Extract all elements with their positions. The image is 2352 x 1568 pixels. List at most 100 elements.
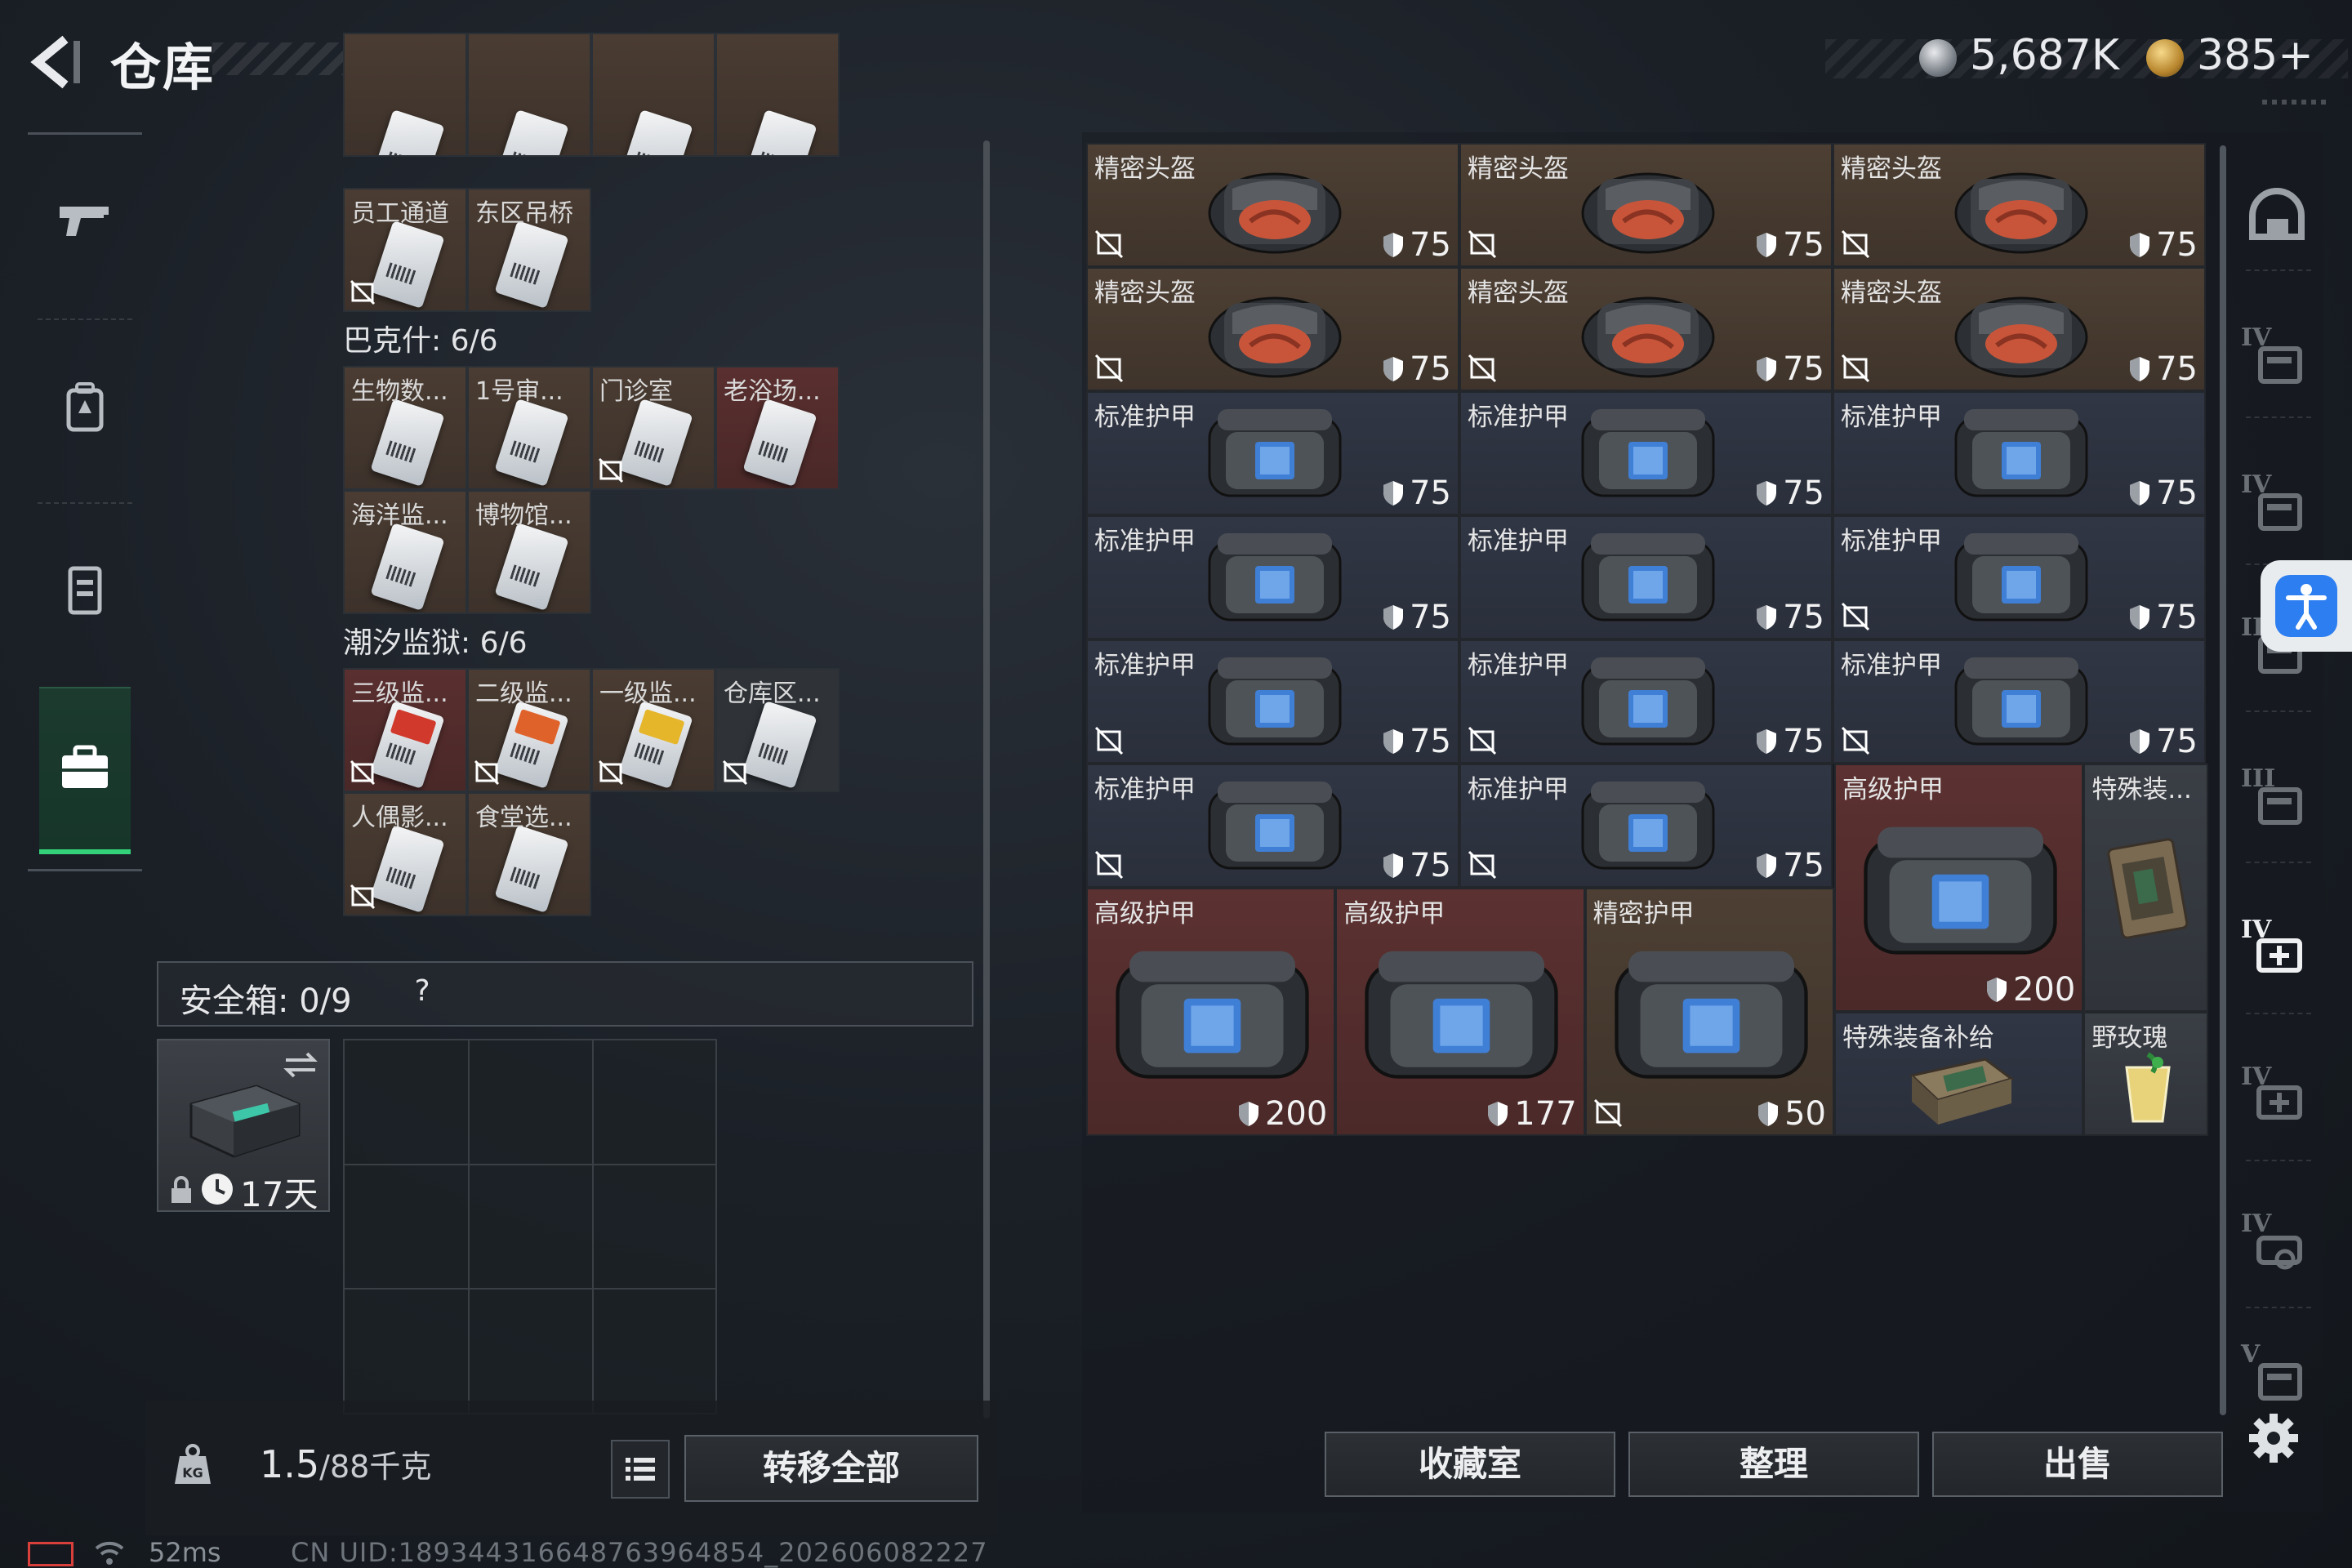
equipment-case-image <box>2106 838 2188 939</box>
armor-tier4-filter[interactable]: IV <box>2238 314 2315 404</box>
stash-item-cell[interactable]: 标准护甲 75 <box>1833 515 2206 639</box>
stash-item-cell[interactable]: 特殊装备补给 <box>1834 1012 2084 1136</box>
stash-item-cell[interactable]: 标准护甲 75 <box>1833 391 2206 515</box>
medkit-tier4-filter[interactable]: IV <box>2238 906 2315 996</box>
armor-tier4b-filter[interactable]: IV <box>2238 461 2315 551</box>
stash-item-cell[interactable]: 标准护甲 75 <box>1086 391 1459 515</box>
stash-item-cell[interactable]: 标准护甲 75 <box>1459 764 1833 888</box>
key-card-cell[interactable]: 1号审... <box>467 366 591 490</box>
key-card-cell[interactable]: 仓库区... <box>715 668 840 792</box>
key-card-cell[interactable]: 门诊室 <box>591 366 715 490</box>
stash-item-label: 标准护甲 <box>1468 775 1569 804</box>
stash-item-cell[interactable]: 精密头盔 75 <box>1833 143 2206 267</box>
durability-readout: 75 <box>1755 226 1824 264</box>
key-card-label: 东区吊桥 <box>475 199 573 228</box>
key-card-cell[interactable] <box>591 33 715 157</box>
no-drop-icon <box>1841 602 1870 631</box>
key-card-cell[interactable]: 一级监... <box>591 668 715 792</box>
durability-value: 75 <box>2156 350 2198 388</box>
helmet-image <box>1954 296 2087 378</box>
stash-item-cell[interactable]: 高级护甲 200 <box>1834 764 2084 1012</box>
durability-value: 75 <box>1410 350 1451 388</box>
key-card-cell[interactable]: 生物数... <box>343 366 467 490</box>
stash-item-cell[interactable]: 高级护甲 177 <box>1335 888 1585 1136</box>
collection-room-button[interactable]: 收藏室 <box>1325 1432 1615 1497</box>
stash-item-cell[interactable]: 标准护甲 75 <box>1459 391 1833 515</box>
key-card-label: 人偶影... <box>351 804 448 832</box>
key-card-cell[interactable] <box>715 33 840 157</box>
key-card-cell[interactable]: 老浴场... <box>715 366 840 490</box>
no-drop-icon <box>598 457 624 483</box>
key-card-label: 食堂选... <box>475 804 572 832</box>
medkit-tier4b-filter[interactable]: IV <box>2238 1054 2315 1143</box>
stash-item-cell[interactable]: 标准护甲 75 <box>1086 639 1459 764</box>
durability-shield-icon <box>2130 729 2150 754</box>
durability-value: 200 <box>1264 1095 1328 1133</box>
stash-item-cell[interactable]: 精密头盔 75 <box>1086 143 1459 267</box>
key-card-cell[interactable]: 博物馆... <box>467 490 591 614</box>
armor-vest-image <box>1208 657 1341 746</box>
key-card-cell[interactable] <box>467 33 591 157</box>
stash-item-label: 标准护甲 <box>1468 651 1569 680</box>
durability-value: 177 <box>1514 1095 1577 1133</box>
stash-item-cell[interactable]: 精密头盔 75 <box>1833 267 2206 391</box>
gold-coin-value[interactable]: 385+ <box>2197 31 2314 80</box>
stash-scrollbar[interactable] <box>2220 145 2226 1415</box>
durability-value: 75 <box>1410 474 1451 512</box>
key-card-cell[interactable]: 东区吊桥 <box>467 188 591 312</box>
key-card-cell[interactable]: 食堂选... <box>467 792 591 916</box>
nav-vest[interactable] <box>28 504 142 675</box>
durability-shield-icon <box>1383 357 1404 381</box>
nav-case-active[interactable] <box>39 687 131 854</box>
stash-item-cell[interactable]: 标准护甲 75 <box>1086 764 1459 888</box>
tier-v-filter[interactable]: V <box>2238 1331 2315 1421</box>
key-card-cell[interactable]: 三级监... <box>343 668 467 792</box>
stash-item-label: 标准护甲 <box>1094 403 1196 432</box>
stash-item-cell[interactable]: 标准护甲 75 <box>1459 639 1833 764</box>
key-card-cell[interactable]: 人偶影... <box>343 792 467 916</box>
stash-item-cell[interactable]: 高级护甲 200 <box>1086 888 1336 1136</box>
accessibility-button[interactable] <box>2261 560 2352 652</box>
sell-button[interactable]: 出售 <box>1932 1432 2223 1497</box>
durability-readout: 75 <box>2128 474 2198 512</box>
safebox-header: 安全箱: 0/9 ? <box>157 961 973 1027</box>
armor-tier3b-filter[interactable]: III <box>2238 755 2315 845</box>
key-card-label: 一级监... <box>599 679 697 708</box>
no-drop-icon <box>1841 726 1870 755</box>
stash-item-cell[interactable]: 精密头盔 75 <box>1459 143 1833 267</box>
safebox-case-slot[interactable]: 17天 <box>157 1039 330 1214</box>
key-card-cell[interactable] <box>343 33 467 157</box>
stash-item-label: 标准护甲 <box>1841 527 1942 556</box>
stash-item-cell[interactable]: 标准护甲 75 <box>1086 515 1459 639</box>
help-icon[interactable]: ? <box>403 973 441 1010</box>
stash-item-cell[interactable]: 精密头盔 75 <box>1086 267 1459 391</box>
page-title: 仓库 <box>110 38 216 97</box>
transfer-all-button[interactable]: 转移全部 <box>684 1435 978 1502</box>
list-view-button[interactable] <box>611 1440 670 1499</box>
stash-item-cell[interactable]: 特殊装... <box>2083 764 2208 1012</box>
durability-shield-icon <box>2130 357 2150 381</box>
stash-item-label: 精密头盔 <box>1468 154 1569 184</box>
key-card-cell[interactable]: 海洋监... <box>343 490 467 614</box>
stash-item-cell[interactable]: 标准护甲 75 <box>1833 639 2206 764</box>
armor-vest-image <box>1581 533 1714 621</box>
key-card-cell[interactable]: 二级监... <box>467 668 591 792</box>
stash-item-cell[interactable]: 精密头盔 75 <box>1459 267 1833 391</box>
helmet-slot-filter[interactable] <box>2238 180 2315 270</box>
nav-weapon[interactable] <box>28 135 142 306</box>
gear-tier4-filter[interactable]: IV <box>2238 1200 2315 1290</box>
safebox-grid[interactable] <box>343 1039 717 1414</box>
key-card-cell[interactable]: 员工通道 <box>343 188 467 312</box>
stash-item-cell[interactable]: 标准护甲 75 <box>1459 515 1833 639</box>
settings-button[interactable] <box>2244 1409 2303 1468</box>
back-button[interactable] <box>23 29 88 95</box>
durability-readout: 75 <box>2128 350 2198 388</box>
left-scrollbar[interactable] <box>983 140 990 1419</box>
nav-backpack[interactable] <box>28 321 142 492</box>
stash-item-cell[interactable]: 精密护甲 50 <box>1584 888 1834 1136</box>
silver-coin-icon <box>1919 39 1957 77</box>
sort-button[interactable]: 整理 <box>1628 1432 1919 1497</box>
durability-readout: 200 <box>1237 1095 1327 1133</box>
stash-item-cell[interactable]: 野玫瑰 <box>2083 1012 2208 1136</box>
helmet-image <box>1208 172 1341 254</box>
